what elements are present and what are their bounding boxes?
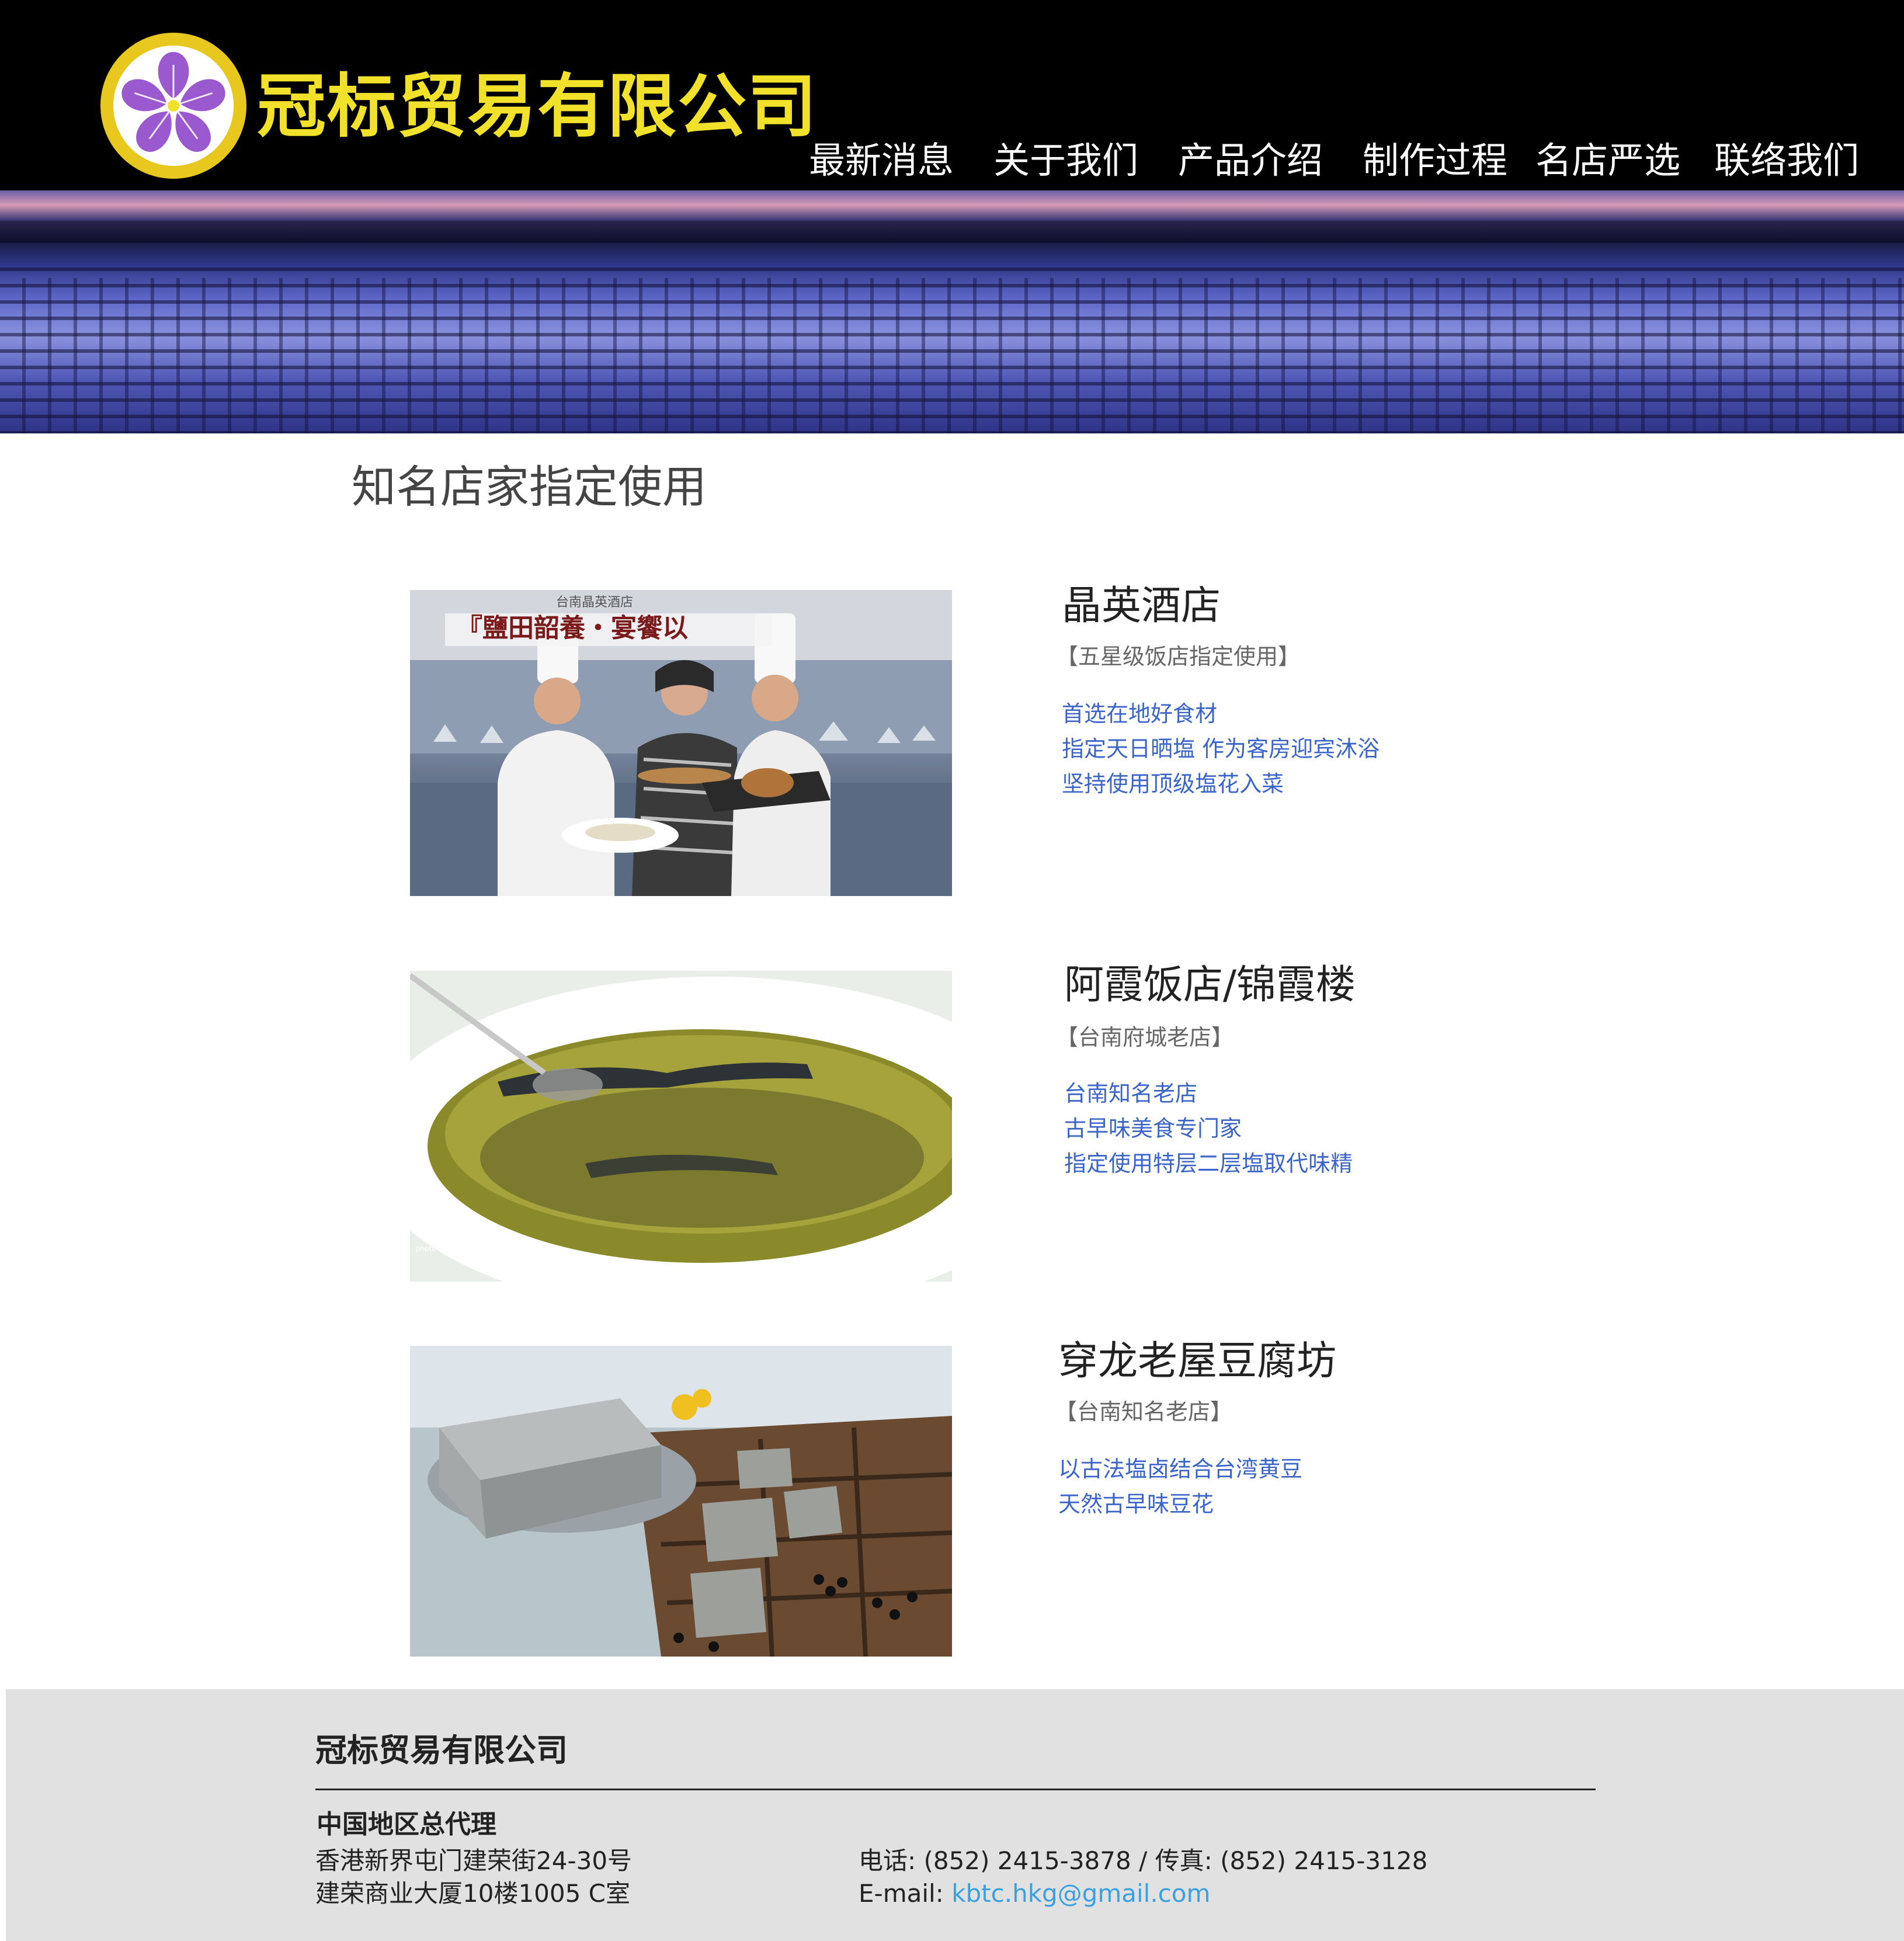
- store-photo-chefs: 台南晶英酒店 『鹽田韶養・宴饗以: [410, 590, 952, 896]
- list-item[interactable]: 以古法塩卤结合台湾黄豆: [1058, 1452, 1302, 1487]
- footer-email-label: E-mail:: [859, 1879, 952, 1908]
- svg-text:photo: photo: [416, 1245, 436, 1253]
- store-feature-list: 首选在地好食材 指定天日晒塩 作为客房迎宾沐浴 坚持使用顶级塩花入菜: [1062, 696, 1380, 801]
- list-item[interactable]: 台南知名老店: [1064, 1076, 1353, 1111]
- footer-address-line-1: 香港新界屯门建荣街24-30号: [315, 1846, 633, 1875]
- footer-email-link[interactable]: kbtc.hkg@gmail.com: [951, 1879, 1210, 1908]
- store-name: 晶英酒店: [1062, 583, 1221, 629]
- list-item[interactable]: 天然古早味豆花: [1058, 1487, 1302, 1522]
- photo-caption-main: 『鹽田韶養・宴饗以: [457, 613, 688, 643]
- footer-email-row: E-mail: kbtc.hkg@gmail.com: [859, 1877, 1210, 1910]
- list-item[interactable]: 指定天日晒塩 作为客房迎宾沐浴: [1062, 731, 1380, 766]
- site-header: 冠标贸易有限公司 最新消息 关于我们 产品介绍 制作过程 名店严选 联络我们: [0, 0, 1904, 190]
- list-item[interactable]: 指定使用特层二层塩取代味精: [1064, 1146, 1353, 1181]
- store-tag: 【台南知名老店】: [1055, 1399, 1233, 1425]
- nav-item-selected-stores[interactable]: 名店严选: [1535, 134, 1680, 187]
- nav-item-process[interactable]: 制作过程: [1363, 134, 1507, 187]
- nav-item-news[interactable]: 最新消息: [809, 134, 954, 187]
- list-item[interactable]: 坚持使用顶级塩花入菜: [1062, 766, 1380, 801]
- nav-item-about[interactable]: 关于我们: [993, 134, 1138, 187]
- store-name: 阿霞饭店/锦霞楼: [1064, 962, 1356, 1008]
- list-item[interactable]: 首选在地好食材: [1062, 696, 1380, 731]
- footer-phone-fax: 电话: (852) 2415-3878 / 传真: (852) 2415-312…: [859, 1846, 1428, 1875]
- footer-address-line-2: 建荣商业大厦10楼1005 C室: [315, 1879, 631, 1908]
- main-nav: 最新消息 关于我们 产品介绍 制作过程 名店严选 联络我们: [809, 134, 1859, 187]
- footer-company-name: 冠标贸易有限公司: [315, 1732, 568, 1769]
- flower-icon: [121, 52, 225, 152]
- store-name: 穿龙老屋豆腐坊: [1058, 1338, 1337, 1384]
- store-feature-list: 台南知名老店 古早味美食专门家 指定使用特层二层塩取代味精: [1064, 1076, 1353, 1181]
- store-photo-eel-soup: photo: [410, 971, 952, 1282]
- store-tag: 【台南府城老店】: [1056, 1025, 1234, 1050]
- store-tag: 【五星级饭店指定使用】: [1056, 644, 1301, 669]
- salt-field-banner-image: [0, 190, 1904, 433]
- photo-caption-top: 台南晶英酒店: [556, 595, 633, 610]
- store-feature-list: 以古法塩卤结合台湾黄豆 天然古早味豆花: [1058, 1452, 1302, 1522]
- company-logo-icon[interactable]: [100, 33, 246, 179]
- company-name: 冠标贸易有限公司: [257, 66, 818, 147]
- footer-divider: [315, 1789, 1596, 1790]
- section-title: 知名店家指定使用: [352, 461, 707, 513]
- footer-region-title: 中国地区总代理: [317, 1810, 496, 1839]
- store-photo-tofu: [410, 1346, 952, 1657]
- list-item[interactable]: 古早味美食专门家: [1064, 1111, 1353, 1146]
- nav-item-products[interactable]: 产品介绍: [1178, 134, 1323, 187]
- nav-item-contact[interactable]: 联络我们: [1714, 134, 1859, 187]
- site-footer: 冠标贸易有限公司 中国地区总代理 香港新界屯门建荣街24-30号 建荣商业大厦1…: [6, 1689, 1904, 1941]
